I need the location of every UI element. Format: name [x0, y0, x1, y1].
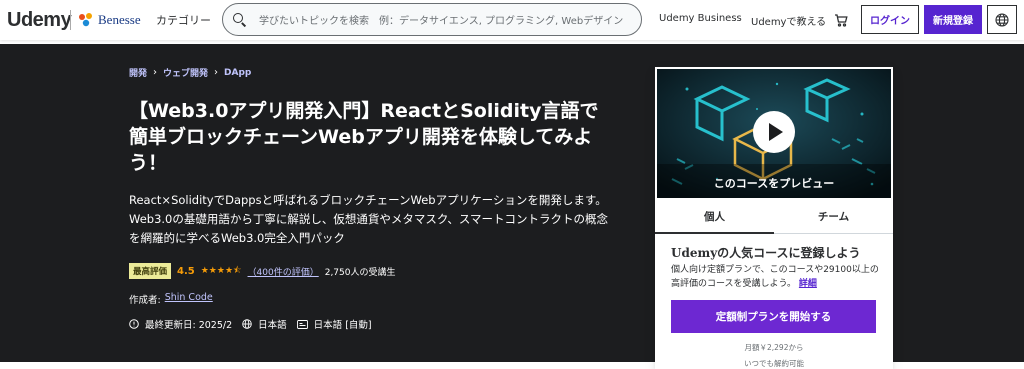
plan-tabs: 個人 チーム	[655, 200, 893, 234]
udemy-logo[interactable]: Udemy	[7, 9, 72, 32]
course-title: 【Web3.0アプリ開発入門】ReactとSolidity言語で簡単ブロックチェ…	[129, 100, 599, 174]
search-input[interactable]: 学びたいトピックを検索 例：データサイエンス, プログラミング, Webデザイン	[259, 12, 623, 27]
globe-icon	[995, 12, 1009, 27]
tab-personal[interactable]: 個人	[655, 200, 774, 234]
reviews-link[interactable]: （400件の評価）	[248, 265, 319, 278]
benesse-wordmark: Benesse	[98, 12, 141, 27]
preview-label: このコースをプレビュー	[713, 177, 835, 190]
tab-team[interactable]: チーム	[774, 200, 893, 233]
captions-icon	[296, 319, 308, 329]
logo-divider	[70, 10, 71, 30]
udemy-business-link[interactable]: Udemy Business	[659, 13, 742, 24]
creator-row: 作成者: Shin Code	[129, 292, 213, 306]
last-updated: 最終更新日: 2025/2	[145, 320, 233, 331]
course-meta: 最終更新日: 2025/2 日本語 日本語 [自動]	[129, 317, 372, 331]
course-language: 日本語	[258, 320, 287, 331]
benesse-logo[interactable]: Benesse	[77, 11, 141, 29]
rating-value: 4.5	[177, 265, 195, 277]
teach-on-udemy-link[interactable]: Udemyで教える	[751, 13, 826, 28]
breadcrumb-item-development[interactable]: 開発	[129, 66, 147, 79]
plan-description-text: 個人向け定額プランで、このコースや29100以上の高評価のコースを受講しよう。	[671, 265, 879, 289]
start-subscription-button[interactable]: 定額制プランを開始する	[671, 300, 876, 333]
search-icon[interactable]	[233, 12, 247, 27]
star-rating-icon: ★★★★⯪	[200, 266, 242, 276]
purchase-card: このコースをプレビュー 個人 チーム Udemyの人気コースに登録しよう 個人向…	[655, 67, 893, 369]
plan-description: 個人向け定額プランで、このコースや29100以上の高評価のコースを受講しよう。 …	[671, 263, 883, 291]
rating-row: 最高評価 4.5 ★★★★⯪ （400件の評価） 2,750人の受講生	[129, 263, 395, 279]
breadcrumb-item-dapp[interactable]: DApp	[224, 68, 251, 78]
plan-title: Udemyの人気コースに登録しよう	[671, 246, 861, 260]
breadcrumb-item-web-development[interactable]: ウェブ開発	[163, 66, 208, 79]
top-rated-badge: 最高評価	[129, 263, 172, 279]
top-navbar: Udemy Benesse カテゴリー 学びたいトピックを検索 例：データサイエ…	[0, 0, 1024, 40]
creator-link[interactable]: Shin Code	[165, 292, 213, 306]
play-icon[interactable]	[753, 111, 795, 153]
creator-label: 作成者:	[129, 295, 161, 306]
cancel-note: いつでも解約可能	[744, 359, 804, 368]
chevron-right-icon: ›	[214, 67, 219, 78]
language-button[interactable]	[987, 5, 1017, 34]
price-note: 月額￥2,292から	[744, 343, 804, 352]
student-count: 2,750人の受講生	[324, 267, 396, 278]
benesse-mark-icon	[77, 11, 95, 29]
chevron-right-icon: ›	[153, 67, 158, 78]
cart-icon[interactable]	[834, 12, 848, 27]
category-menu[interactable]: カテゴリー	[156, 12, 211, 28]
course-subtitle: React×SolidityでDappsと呼ばれるブロックチェーンWebアプリケ…	[129, 193, 608, 245]
globe-icon	[242, 319, 252, 329]
login-button[interactable]: ログイン	[861, 5, 919, 34]
search-bar[interactable]: 学びたいトピックを検索 例：データサイエンス, プログラミング, Webデザイン	[222, 3, 642, 36]
signup-button[interactable]: 新規登録	[924, 5, 982, 34]
course-preview[interactable]: このコースをプレビュー	[657, 69, 891, 198]
breadcrumb: 開発 › ウェブ開発 › DApp	[129, 66, 251, 79]
plan-details-link[interactable]: 詳細	[799, 279, 817, 289]
course-captions: 日本語 [自動]	[313, 320, 372, 331]
alert-icon	[129, 319, 139, 329]
